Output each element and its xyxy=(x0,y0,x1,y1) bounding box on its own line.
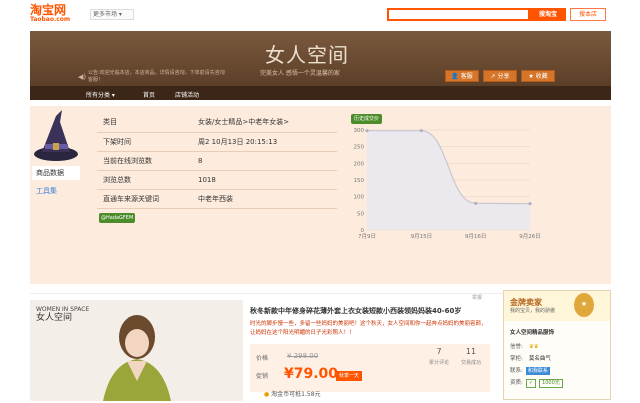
y-tick-label: 300 xyxy=(354,128,365,134)
tab-product-data[interactable]: 商品数据 xyxy=(32,166,80,180)
promo-label: 促销 xyxy=(256,373,269,380)
speaker-icon: ◀) xyxy=(78,73,87,81)
shop-title: 女人空间 xyxy=(265,43,349,67)
taobao-logo[interactable]: 淘宝网 Taobao.com xyxy=(30,4,88,24)
data-point xyxy=(419,129,423,133)
sales-count: 11 xyxy=(465,347,477,356)
promo-price: ¥79.00 xyxy=(284,366,339,382)
x-tick-label: 7月9日 xyxy=(358,233,376,240)
x-tick-label: 9月26日 xyxy=(519,233,541,240)
shop-name[interactable]: 女人空间精品服饰 xyxy=(510,328,554,336)
product-image-brand: WOMEN IN SPACE 女人空间 xyxy=(36,306,90,323)
area-fill xyxy=(367,130,530,230)
reviews-count[interactable]: 7 xyxy=(424,347,454,356)
table-row: 下架时间 周2 10月13日 20:15:13 xyxy=(97,132,337,152)
search-taobao-button[interactable]: 搜淘宝 xyxy=(530,8,566,21)
product-info-table: 类目 女装/女士精品>中老年女装> 下架时间 周2 10月13日 20:15:13 … xyxy=(97,113,337,209)
seller-owner: 掌柜: 莫名曲气 xyxy=(510,356,551,362)
table-row: 浏览总数 1018 xyxy=(97,170,337,190)
coin-discount: ● 淘金币可抵1.58元 xyxy=(264,391,321,398)
x-tick-label: 9月15日 xyxy=(411,233,433,240)
logo-en: Taobao.com xyxy=(30,16,71,23)
plugin-badge: @HadaGFEM xyxy=(99,213,136,223)
original-price: ¥ 298.00 xyxy=(287,352,319,360)
data-point xyxy=(528,202,532,206)
table-row: 直通车来源关键词 中老年西装 xyxy=(97,189,337,209)
sales-label: 交易成功 xyxy=(460,360,481,366)
nav-all-categories[interactable]: 所有分类 ▾ xyxy=(86,90,115,99)
price-label: 价格 xyxy=(256,355,269,362)
seller-slogan: 我的宝贝，我的骄傲 xyxy=(510,308,556,314)
table-row: 当前在线浏览数 8 xyxy=(97,151,337,171)
product-description: 时光的脚步慢一些，多留一些妈妈的美丽吧！这个秋天，女人空间和你一起奔点妈妈的美丽… xyxy=(250,321,487,336)
seller-credit: 信誉: ♛♛ xyxy=(510,344,539,350)
seller-deposit: 资质: ✓ 1000元 xyxy=(510,378,563,388)
witch-hat-icon xyxy=(34,110,78,161)
promo-tag: 秋季一天 xyxy=(336,371,363,381)
y-tick-label: 200 xyxy=(354,161,365,167)
crown-icon: ♛♛ xyxy=(528,344,539,350)
search-shop-button[interactable]: 搜本店 xyxy=(570,8,606,21)
report-link[interactable]: 举报 xyxy=(472,294,482,301)
shop-nav xyxy=(30,86,611,100)
search-input[interactable] xyxy=(387,8,530,21)
nav-home[interactable]: 首页 xyxy=(143,90,155,99)
customer-service-button[interactable]: 👤 客服 xyxy=(445,70,479,82)
table-row: 类目 女装/女士精品>中老年女装> xyxy=(97,113,337,133)
data-point xyxy=(474,201,478,205)
coin-icon: ● xyxy=(264,391,270,398)
logo-cn: 淘宝网 xyxy=(30,3,67,17)
market-dropdown-label: 更多市场 xyxy=(93,11,118,18)
shop-subtitle: 完美女人 感悟一个灵温馨的家 xyxy=(260,70,340,77)
chart-title: 历史成交价 xyxy=(351,114,383,124)
data-point xyxy=(365,129,369,133)
shop-notice: 公告:欢迎光临本店，本店商品，详情请咨询，下单前请先咨询客服！ xyxy=(88,70,225,83)
tab-toolset[interactable]: 工具集 xyxy=(32,184,80,198)
market-dropdown[interactable]: 更多市场 ▾ xyxy=(90,9,134,20)
price-history-chart: 0501001502002503007月9日 9月15日 9月16日 9月26日 xyxy=(354,128,541,240)
y-tick-label: 100 xyxy=(354,195,365,201)
product-title[interactable]: 秋冬新款中年修身碎花薄外套上衣女装短款小西装领妈妈装40-60岁 xyxy=(250,306,490,316)
share-button[interactable]: ↗ 分享 xyxy=(483,70,517,82)
y-tick-label: 250 xyxy=(354,145,365,151)
deposit-icon: ✓ xyxy=(525,379,537,388)
favorite-button[interactable]: ★ 收藏 xyxy=(521,70,555,82)
seller-contact[interactable]: 联系: 和我联系 xyxy=(510,366,550,375)
nav-shop-events[interactable]: 店铺活动 xyxy=(175,90,199,99)
y-tick-label: 150 xyxy=(354,178,365,184)
x-tick-label: 9月16日 xyxy=(465,233,487,240)
y-tick-label: 50 xyxy=(357,211,364,217)
gold-medal-icon: ★ xyxy=(574,293,594,317)
